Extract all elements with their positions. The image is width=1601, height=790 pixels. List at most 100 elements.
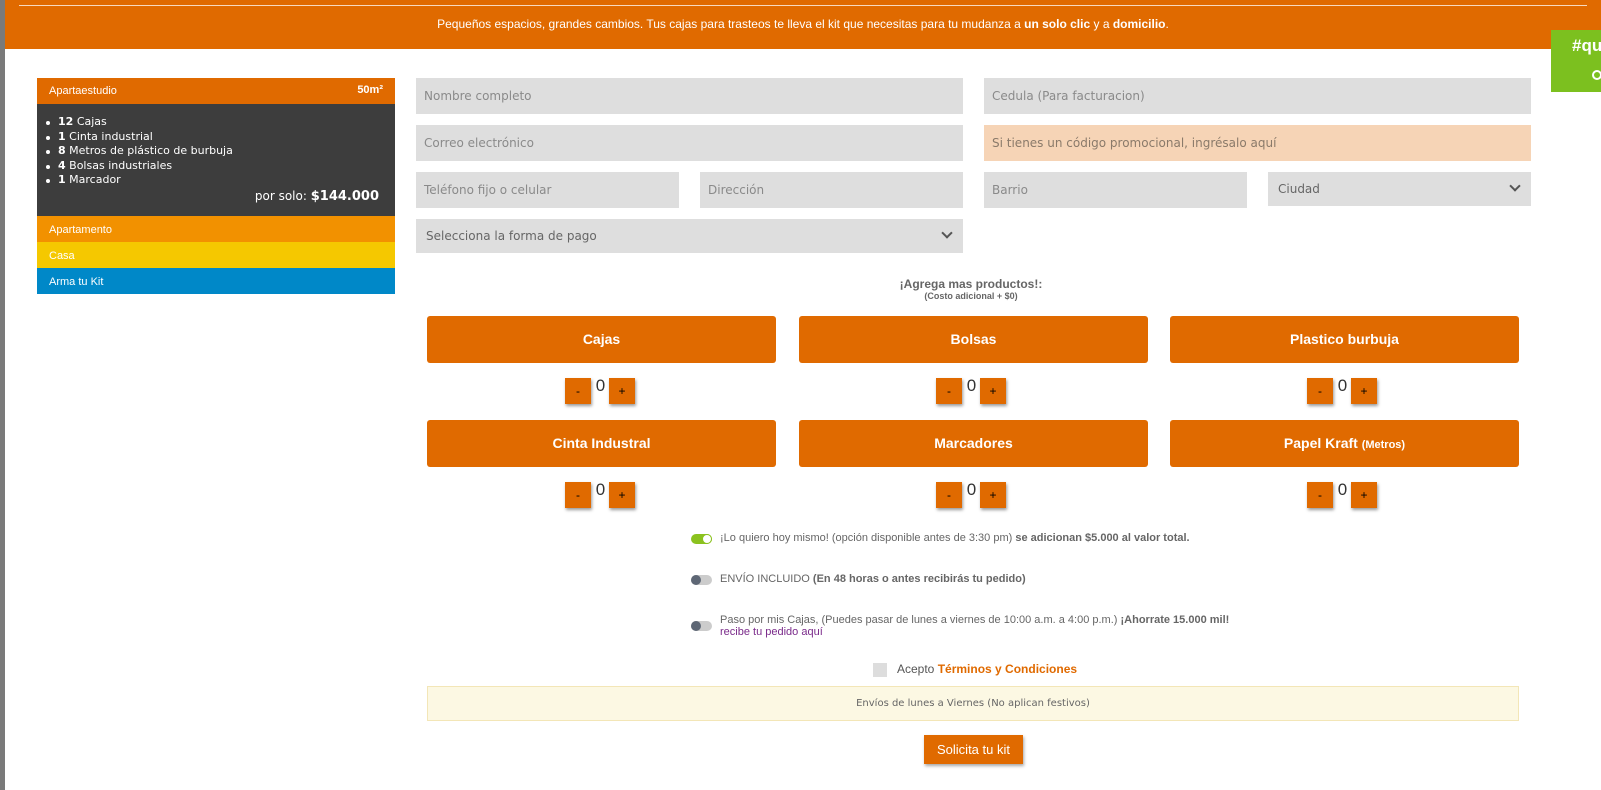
option-bold-text: (En 48 horas o antes recibirás tu pedido… [812,573,1026,585]
increment-button[interactable]: + [609,378,635,404]
pickup-link[interactable]: recibe tu pedido aquí [720,626,823,638]
plan-items-list: 12 Cajas 1 Cinta industrial 8 Metros de … [45,115,383,188]
plan-item: 1 Cinta industrial [45,130,383,145]
same-day-option-text: ¡Lo quiero hoy mismo! (opción disponible… [720,532,1250,544]
terms-link[interactable]: Términos y Condiciones [938,662,1077,676]
terms-checkbox[interactable] [873,663,887,677]
price-label: por solo: [254,189,307,203]
option-text: Paso por mis Cajas, (Puedes pasar de lun… [720,614,1118,626]
plan-item-label: Metros de plástico de burbuja [69,144,233,157]
quantity-value: 0 [595,480,606,499]
plan-item-qty: 12 [58,115,74,128]
included-shipping-toggle[interactable] [691,575,712,585]
product-cajas-button[interactable]: Cajas [427,316,776,363]
city-select[interactable]: Ciudad [1268,172,1531,206]
plan-item-qty: 1 [58,173,66,186]
plan-size: 50m² [357,84,383,96]
product-label: Plastico burbuja [1290,331,1399,347]
decrement-button[interactable]: - [1307,378,1333,404]
plan-option-arma-tu-kit[interactable]: Arma tu Kit [37,268,395,294]
neighborhood-input[interactable]: Barrio [984,172,1247,208]
product-label: Marcadores [934,435,1013,451]
plan-item: 8 Metros de plástico de burbuja [45,144,383,159]
full-name-input[interactable]: Nombre completo [416,78,963,114]
option-bold-text: se adicionan $5.000 al valor total. [1015,532,1190,544]
shipping-notice: Envíos de lunes a Viernes (No aplican fe… [427,686,1519,721]
city-select-value: Ciudad [1278,182,1320,196]
increment-button[interactable]: + [980,378,1006,404]
plan-item-qty: 1 [58,129,66,143]
product-cinta-button[interactable]: Cinta Industral [427,420,776,467]
toggle-knob [702,534,712,544]
increment-button[interactable]: + [1351,482,1377,508]
plan-panel: Apartaestudio 50m² 12 Cajas 1 Cinta indu… [37,78,395,294]
chevron-down-icon [1509,180,1521,192]
plan-item: 1 Marcador [45,173,383,188]
quantity-stepper-cajas: - 0 + [565,376,645,410]
page: Pequeños espacios, grandes cambios. Tus … [5,0,1601,790]
option-text: ENVÍO INCLUIDO [720,573,810,585]
quantity-value: 0 [966,480,977,499]
whatsapp-icon [1592,70,1601,80]
plan-header[interactable]: Apartaestudio 50m² [37,78,395,104]
product-papel-kraft-button[interactable]: Papel Kraft (Metros) [1170,420,1519,467]
plan-item-label: Cajas [76,115,107,128]
increment-button[interactable]: + [609,482,635,508]
plan-price: por solo: $144.000 [255,189,379,204]
terms-text: Acepto [897,662,935,676]
address-input[interactable]: Dirección [700,172,963,208]
increment-button[interactable]: + [1351,378,1377,404]
product-label: Cajas [582,331,621,347]
id-number-input[interactable]: Cedula (Para facturacion) [984,78,1531,114]
quantity-value: 0 [1337,480,1348,499]
phone-input[interactable]: Teléfono fijo o celular [416,172,679,208]
banner-divider [19,5,1587,6]
payment-method-select[interactable]: Selecciona la forma de pago [416,219,963,253]
product-label: Bolsas [950,331,997,347]
add-more-title: ¡Agrega mas productos!: [899,277,1043,291]
plan-item-qty: 8 [58,144,66,157]
decrement-button[interactable]: - [565,378,591,404]
banner-bold-one-click: un solo clic [1024,17,1091,31]
terms-label: Acepto Términos y Condiciones [897,662,1077,676]
promo-code-input[interactable]: Si tienes un código promocional, ingrésa… [984,125,1531,161]
product-marcadores-button[interactable]: Marcadores [799,420,1148,467]
banner-text-part: Pequeños espacios, grandes cambios. Tus … [437,17,1025,31]
price-value: $144.000 [310,189,379,204]
plan-item: 4 Bolsas industriales [45,159,383,174]
included-shipping-option-text: ENVÍO INCLUIDO (En 48 horas o antes reci… [720,573,1250,585]
quantity-stepper-plastico: - 0 + [1307,376,1387,410]
product-plastico-burbuja-button[interactable]: Plastico burbuja [1170,316,1519,363]
hashtag-text: #qu [1572,36,1601,55]
plan-item: 12 Cajas [45,115,383,130]
quantity-value: 0 [1337,376,1348,395]
pickup-toggle[interactable] [691,621,712,631]
banner-text-part: . [1165,17,1169,31]
option-text: ¡Lo quiero hoy mismo! (opción disponible… [720,532,1013,544]
plan-item-label: Cinta industrial [69,129,153,143]
increment-button[interactable]: + [980,482,1006,508]
quantity-stepper-cinta: - 0 + [565,480,645,514]
email-input[interactable]: Correo electrónico [416,125,963,161]
decrement-button[interactable]: - [936,482,962,508]
add-more-heading: ¡Agrega mas productos!: (Costo adicional… [821,277,1121,301]
decrement-button[interactable]: - [565,482,591,508]
add-more-subtitle: (Costo adicional + $0) [924,291,1018,301]
banner-bold-domicilio: domicilio [1112,17,1166,31]
quantity-value: 0 [966,376,977,395]
plan-name: Apartaestudio [49,85,117,97]
pickup-option-text: Paso por mis Cajas, (Puedes pasar de lun… [720,614,1250,638]
hashtag-badge[interactable]: #qu [1551,30,1601,92]
decrement-button[interactable]: - [936,378,962,404]
quantity-stepper-bolsas: - 0 + [936,376,1016,410]
option-bold-text: ¡Ahorrate 15.000 mil! [1120,614,1230,626]
product-bolsas-button[interactable]: Bolsas [799,316,1148,363]
same-day-toggle[interactable] [691,534,712,544]
decrement-button[interactable]: - [1307,482,1333,508]
plan-option-apartamento[interactable]: Apartamento [37,216,395,242]
plan-item-label: Marcador [69,173,121,186]
submit-kit-button[interactable]: Solicita tu kit [924,735,1023,764]
plan-option-casa[interactable]: Casa [37,242,395,268]
product-label-suffix: (Metros) [1361,439,1406,451]
product-label: Papel Kraft [1283,435,1358,451]
